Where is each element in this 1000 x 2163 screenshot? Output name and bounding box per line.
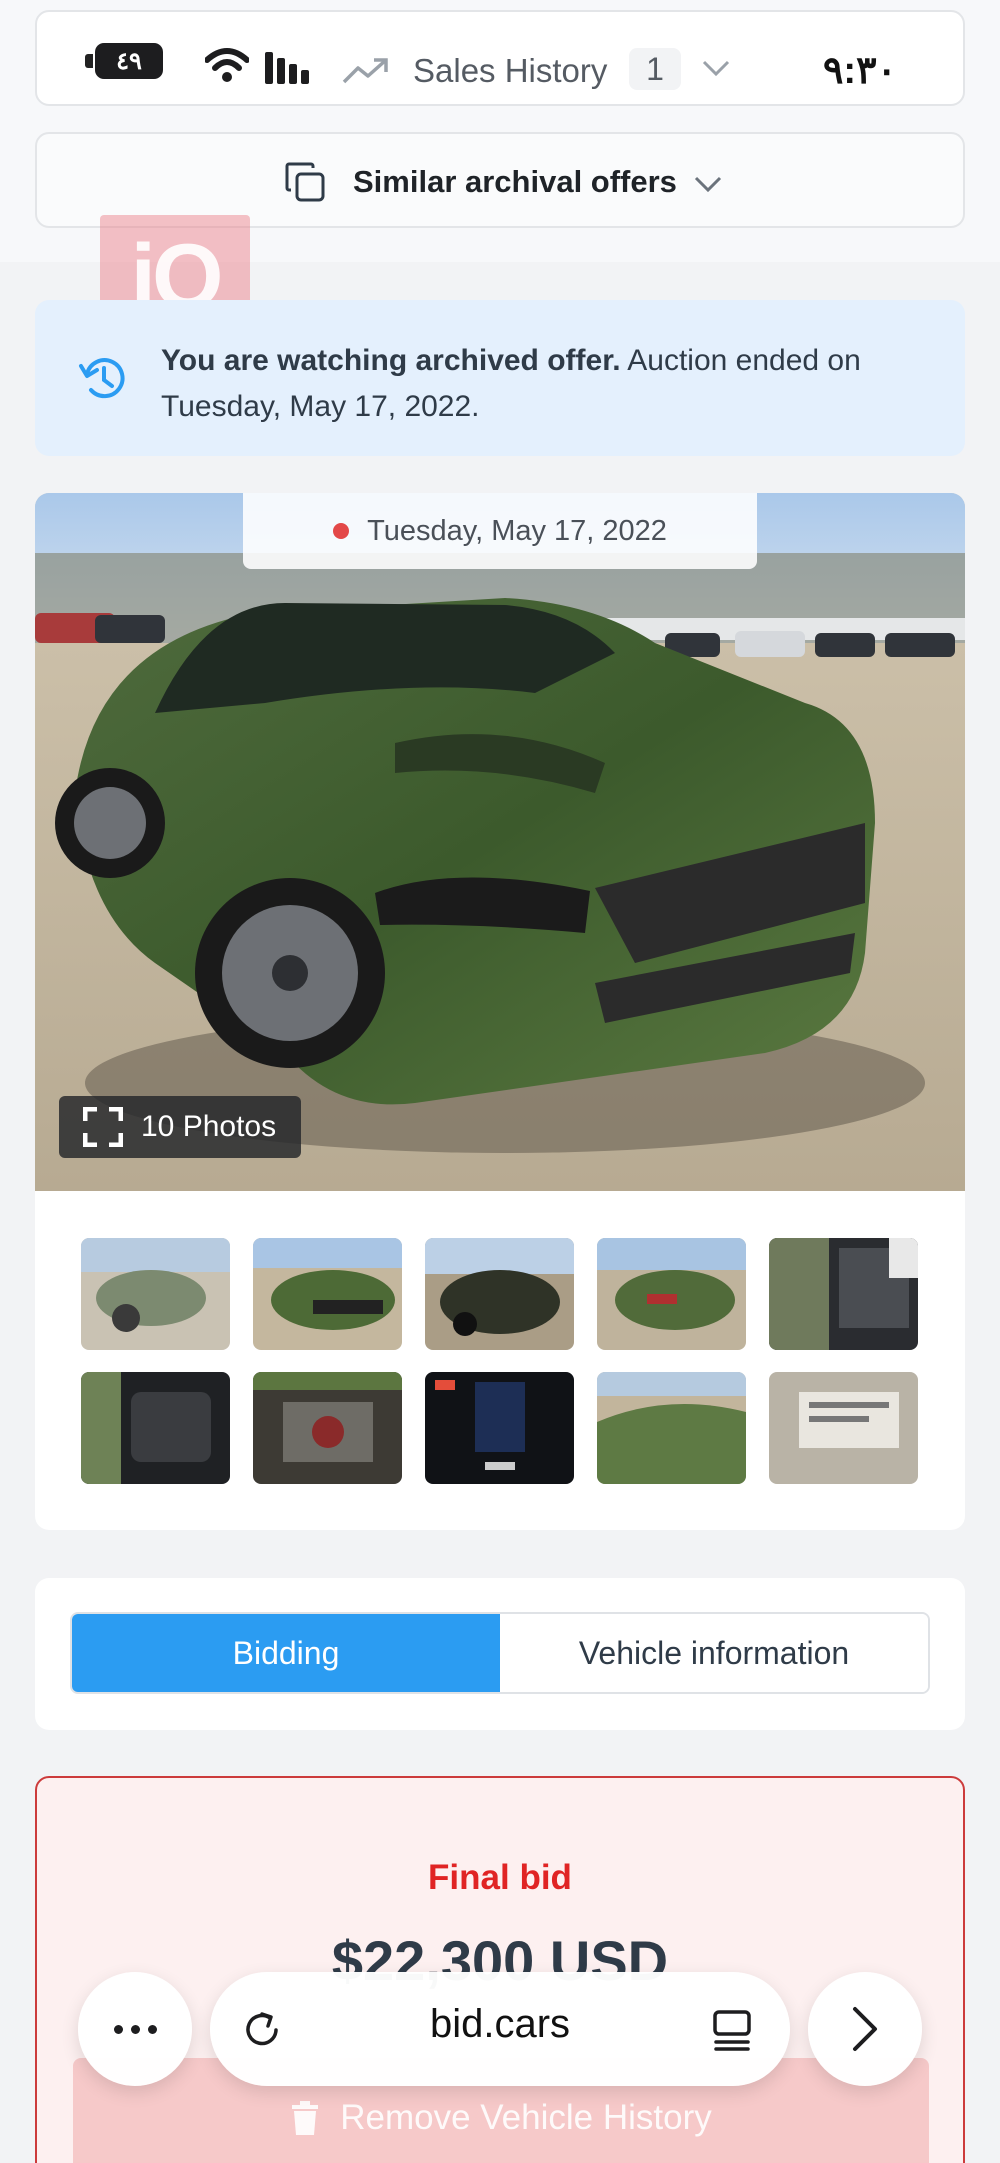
auction-date: Tuesday, May 17, 2022 [367,514,667,547]
archived-notice-text: You are watching archived offer. Auction… [161,338,881,430]
fullscreen-icon [83,1107,123,1147]
thumbnail-7[interactable] [253,1372,402,1484]
copy-icon [285,162,325,202]
photos-count-label: 10 Photos [141,1110,277,1143]
browser-forward-button[interactable] [808,1972,922,2086]
archived-offer-notice: You are watching archived offer. Auction… [35,300,965,456]
thumbnail-5[interactable] [769,1238,918,1350]
browser-domain: bid.cars [429,2002,571,2046]
thumbnail-2[interactable] [253,1238,402,1350]
thumbnail-4[interactable] [597,1238,746,1350]
tab-vehicle-information[interactable]: Vehicle information [500,1614,928,1692]
browser-address-bar[interactable]: bid.cars [210,1972,790,2086]
tabs-card: Bidding Vehicle information [35,1578,965,1730]
browser-more-button[interactable] [78,1972,192,2086]
chevron-down-icon [694,176,722,193]
history-icon [79,358,125,399]
sales-history-bar[interactable]: ٤٩ Sales History 1 ٩:٣٠ [35,10,965,106]
battery-level: ٤٩ [95,43,163,79]
thumbnail-3[interactable] [425,1238,574,1350]
archived-notice-bold: You are watching archived offer. [161,344,621,377]
car-photo [35,493,965,1191]
trend-up-icon [342,58,388,84]
final-bid-title: Final bid [428,1858,572,1897]
cellular-signal-icon [265,52,309,84]
final-bid-card: Final bid $22,300 USD Remove Vehicle His… [35,1776,965,2163]
similar-offers-dropdown[interactable]: Similar archival offers [35,132,965,228]
thumbnail-9[interactable] [597,1372,746,1484]
sales-history-count: 1 [629,48,681,90]
thumbnail-grid [81,1238,921,1484]
status-dot [333,523,350,539]
tab-bidding[interactable]: Bidding [72,1614,500,1692]
tab-switcher: Bidding Vehicle information [70,1612,930,1694]
auction-date-chip: Tuesday, May 17, 2022 [243,493,757,569]
sales-history-label[interactable]: Sales History [413,52,607,90]
thumbnail-6[interactable] [81,1372,230,1484]
thumbnail-1[interactable] [81,1238,230,1350]
trash-icon [292,2101,319,2135]
thumbnail-10[interactable] [769,1372,918,1484]
battery-indicator: ٤٩ [85,42,185,80]
battery-cap [85,54,93,68]
similar-offers-label: Similar archival offers [353,164,677,199]
chevron-down-icon[interactable] [701,58,731,78]
remove-vehicle-history-label: Remove Vehicle History [340,2098,712,2137]
vehicle-gallery-card: Tuesday, May 17, 2022 10 Photos [35,493,965,1530]
wifi-icon [205,48,249,82]
reader-tabs-icon[interactable] [712,2008,752,2052]
vehicle-main-photo[interactable]: Tuesday, May 17, 2022 10 Photos [35,493,965,1191]
chevron-right-icon [853,2007,877,2051]
photos-count-button[interactable]: 10 Photos [59,1096,301,1158]
status-clock: ٩:٣٠ [823,50,897,92]
thumbnail-8[interactable] [425,1372,574,1484]
more-icon [113,2024,123,2034]
